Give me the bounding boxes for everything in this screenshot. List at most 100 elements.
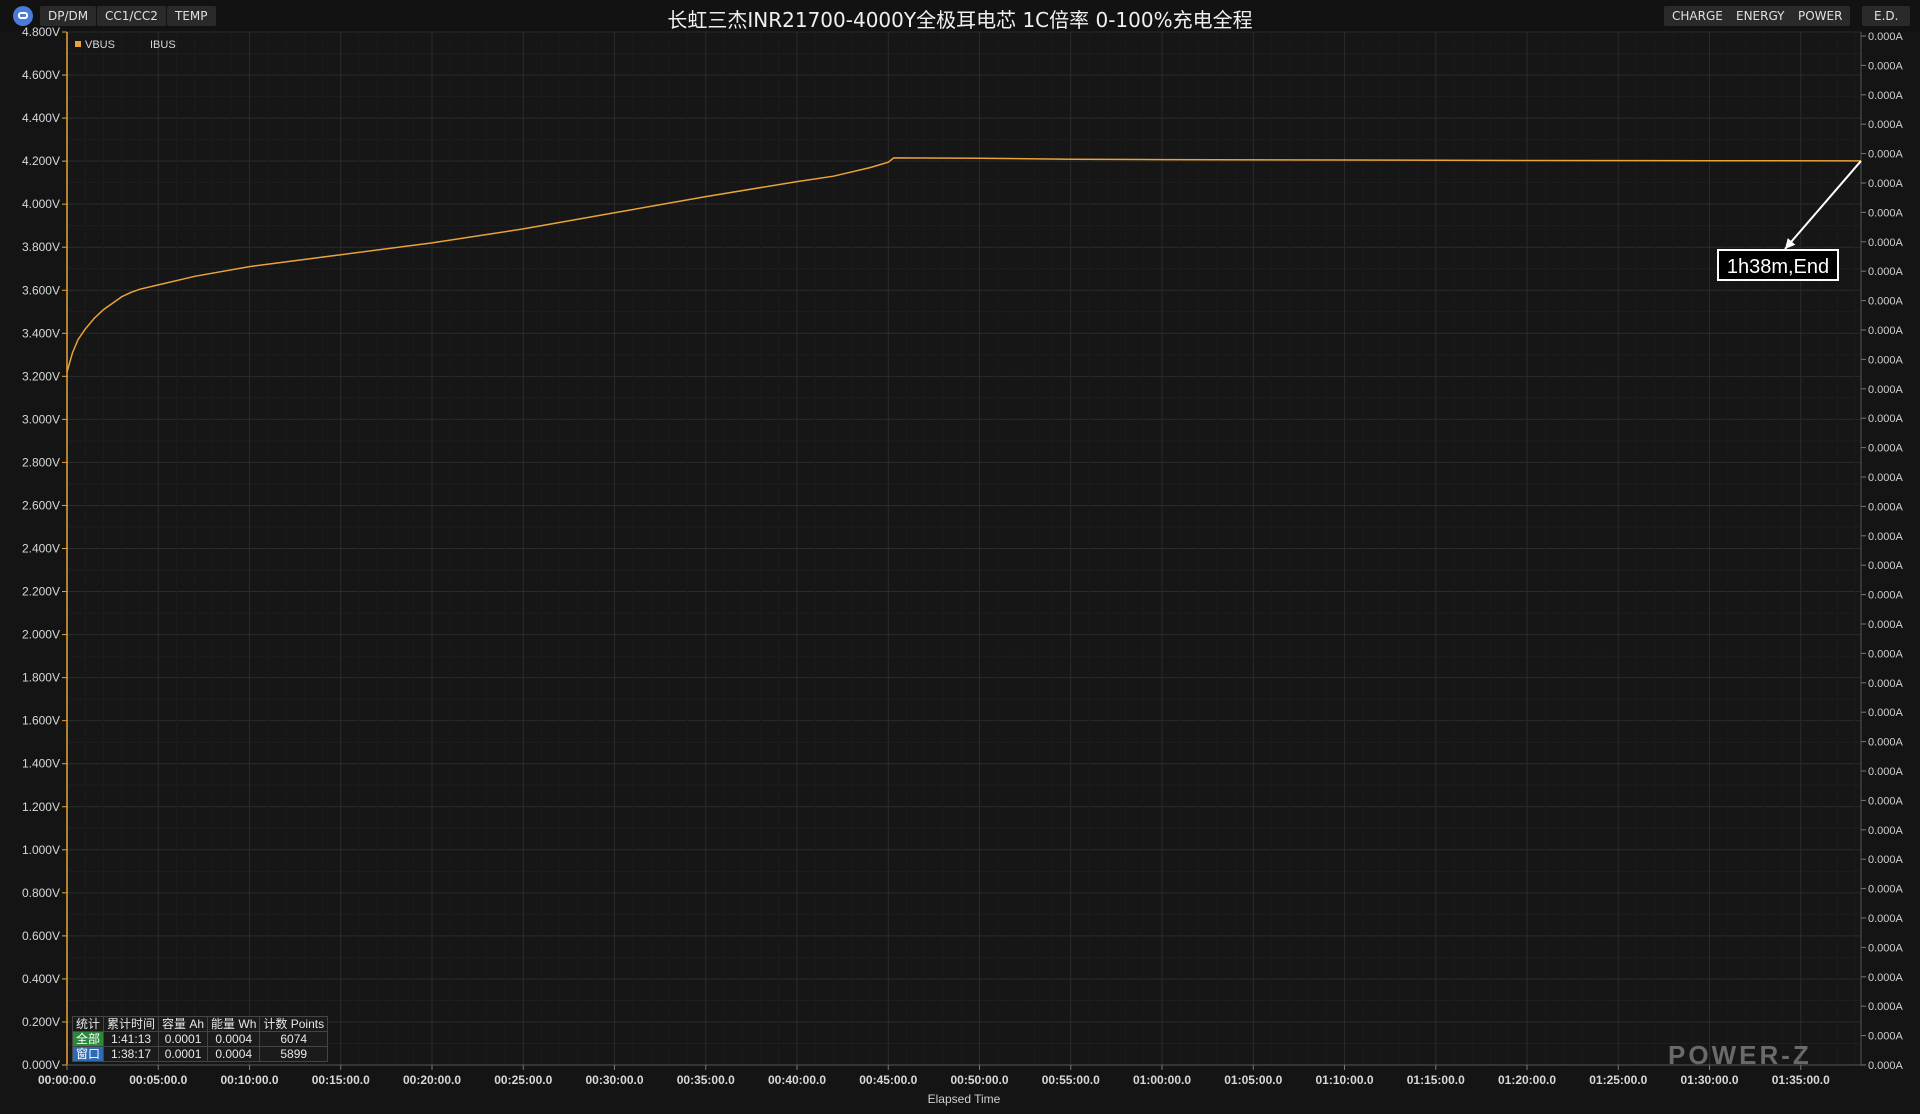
- x-tick-label: 01:25:00.0: [1589, 1073, 1647, 1087]
- y-right-tick-label: 0.000A: [1868, 443, 1904, 455]
- y-tick-label: 1.200V: [22, 800, 60, 814]
- x-tick-label: 00:40:00.0: [768, 1073, 826, 1087]
- y-tick-label: 1.400V: [22, 757, 60, 771]
- stats-cell: 1:38:17: [103, 1046, 160, 1062]
- x-axis-ticks: 00:00:00.0 00:05:00.0 00:10:00.0 00:15:00.0…: [38, 1065, 1830, 1087]
- stats-row-all: 全部 1:41:13 0.0001 0.0004 6074: [71, 1031, 329, 1047]
- y-right-tick-label: 0.000A: [1868, 237, 1904, 249]
- y-right-tick-label: 0.000A: [1868, 207, 1904, 219]
- x-tick-label: 00:25:00.0: [494, 1073, 552, 1087]
- x-tick-label: 00:35:00.0: [677, 1073, 735, 1087]
- y-tick-label: 3.200V: [22, 369, 60, 383]
- y-right-tick-label: 0.000A: [1868, 531, 1904, 543]
- y-right-tick-label: 0.000A: [1868, 913, 1904, 925]
- stats-header-cell: 容量 Ah: [158, 1016, 209, 1032]
- y-tick-label: 0.000V: [22, 1058, 60, 1072]
- stats-cell: 1:41:13: [103, 1031, 160, 1047]
- y-tick-label: 2.800V: [22, 455, 60, 469]
- x-tick-label: 01:30:00.0: [1680, 1073, 1738, 1087]
- stats-row-window: 窗口 1:38:17 0.0001 0.0004 5899: [71, 1046, 329, 1062]
- y-right-tick-label: 0.000A: [1868, 619, 1904, 631]
- x-tick-label: 00:15:00.0: [312, 1073, 370, 1087]
- stats-header-cell: 统计: [71, 1016, 105, 1032]
- x-tick-label: 00:05:00.0: [129, 1073, 187, 1087]
- stats-cell: 0.0004: [207, 1046, 261, 1062]
- end-annotation: 1h38m,End: [1717, 249, 1839, 281]
- x-axis-label: Elapsed Time: [928, 1092, 1001, 1106]
- y-right-tick-label: 0.000A: [1868, 472, 1904, 484]
- y-tick-label: 3.800V: [22, 240, 60, 254]
- y-right-tick-label: 0.000A: [1868, 31, 1904, 43]
- y-tick-label: 4.600V: [22, 68, 60, 82]
- stats-header-cell: 能量 Wh: [207, 1016, 261, 1032]
- legend-label-vbus: VBUS: [85, 39, 115, 51]
- y-right-tick-label: 0.000A: [1868, 501, 1904, 513]
- y-tick-label: 0.200V: [22, 1015, 60, 1029]
- stats-row-label: 全部: [71, 1031, 105, 1047]
- stats-row-label: 窗口: [71, 1046, 105, 1062]
- y-right-tick-label: 0.000A: [1868, 1060, 1904, 1072]
- y-axis-left-ticks: 0.000V 0.200V 0.400V 0.600V 0.800V 1.000V 1.20…: [22, 25, 67, 1072]
- y-right-tick-label: 0.000A: [1868, 266, 1904, 278]
- y-right-tick-label: 0.000A: [1868, 90, 1904, 102]
- x-tick-label: 01:15:00.0: [1407, 1073, 1465, 1087]
- y-right-tick-label: 0.000A: [1868, 354, 1904, 366]
- stats-header-row: 统计 累计时间 容量 Ah 能量 Wh 计数 Points: [71, 1016, 329, 1032]
- x-tick-label: 01:05:00.0: [1224, 1073, 1282, 1087]
- stats-cell: 6074: [259, 1031, 329, 1047]
- y-right-tick-label: 0.000A: [1868, 325, 1904, 337]
- y-tick-label: 2.400V: [22, 542, 60, 556]
- x-tick-label: 01:00:00.0: [1133, 1073, 1191, 1087]
- x-tick-label: 01:20:00.0: [1498, 1073, 1556, 1087]
- x-tick-label: 00:00:00.0: [38, 1073, 96, 1087]
- y-right-tick-label: 0.000A: [1868, 413, 1904, 425]
- stats-cell: 0.0004: [207, 1031, 261, 1047]
- y-tick-label: 3.400V: [22, 326, 60, 340]
- y-right-tick-label: 0.000A: [1868, 854, 1904, 866]
- legend-swatch-vbus: [75, 41, 81, 47]
- y-right-tick-label: 0.000A: [1868, 972, 1904, 984]
- y-tick-label: 4.800V: [22, 25, 60, 39]
- y-right-tick-label: 0.000A: [1868, 590, 1904, 602]
- y-tick-label: 2.000V: [22, 628, 60, 642]
- y-tick-label: 4.400V: [22, 111, 60, 125]
- y-tick-label: 0.400V: [22, 972, 60, 986]
- x-tick-label: 00:50:00.0: [950, 1073, 1008, 1087]
- y-axis-right-ticks: 0.000A 0.000A 0.000A 0.000A 0.000A 0.000A 0.00…: [1861, 31, 1904, 1072]
- y-tick-label: 1.800V: [22, 671, 60, 685]
- y-tick-label: 4.000V: [22, 197, 60, 211]
- x-tick-label: 00:55:00.0: [1042, 1073, 1100, 1087]
- y-tick-label: 3.600V: [22, 283, 60, 297]
- y-tick-label: 2.200V: [22, 585, 60, 599]
- x-tick-label: 00:20:00.0: [403, 1073, 461, 1087]
- y-right-tick-label: 0.000A: [1868, 119, 1904, 131]
- y-right-tick-label: 0.000A: [1868, 884, 1904, 896]
- y-right-tick-label: 0.000A: [1868, 707, 1904, 719]
- y-right-tick-label: 0.000A: [1868, 795, 1904, 807]
- legend-label-ibus: IBUS: [150, 39, 176, 51]
- stats-cell: 5899: [259, 1046, 329, 1062]
- x-tick-label: 00:30:00.0: [585, 1073, 643, 1087]
- y-right-tick-label: 0.000A: [1868, 560, 1904, 572]
- x-tick-label: 01:35:00.0: [1772, 1073, 1830, 1087]
- y-tick-label: 1.000V: [22, 843, 60, 857]
- stats-header-cell: 累计时间: [103, 1016, 160, 1032]
- y-right-tick-label: 0.000A: [1868, 648, 1904, 660]
- y-right-tick-label: 0.000A: [1868, 678, 1904, 690]
- stats-table: 统计 累计时间 容量 Ah 能量 Wh 计数 Points 全部 1:41:13…: [71, 1016, 329, 1062]
- x-tick-label: 01:10:00.0: [1315, 1073, 1373, 1087]
- y-tick-label: 3.000V: [22, 412, 60, 426]
- y-right-tick-label: 0.000A: [1868, 942, 1904, 954]
- y-right-tick-label: 0.000A: [1868, 384, 1904, 396]
- y-right-tick-label: 0.000A: [1868, 825, 1904, 837]
- y-right-tick-label: 0.000A: [1868, 178, 1904, 190]
- stats-cell: 0.0001: [158, 1046, 209, 1062]
- power-z-logo: POWER-Z: [1668, 1040, 1812, 1070]
- voltage-chart: 0.000V 0.200V 0.400V 0.600V 0.800V 1.000V 1.20…: [22, 25, 1904, 1106]
- y-tick-label: 4.200V: [22, 154, 60, 168]
- y-right-tick-label: 0.000A: [1868, 1031, 1904, 1043]
- y-right-tick-label: 0.000A: [1868, 296, 1904, 308]
- x-tick-label: 00:10:00.0: [220, 1073, 278, 1087]
- stats-cell: 0.0001: [158, 1031, 209, 1047]
- y-tick-label: 2.600V: [22, 498, 60, 512]
